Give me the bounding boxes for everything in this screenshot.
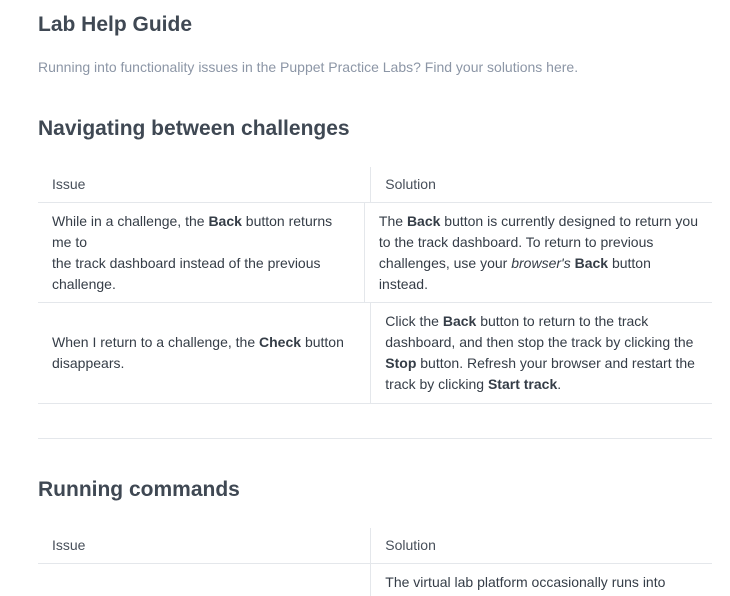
issue-cell: When I return to a challenge, the Check … [38,303,372,403]
solution-cell: Click the Back button to return to the t… [385,313,695,392]
issue-cell: While in a challenge, the Back button re… [38,203,365,302]
table-header-row: Issue Solution [38,528,712,564]
page-intro: Running into functionality issues in the… [38,59,579,75]
column-header-solution: Solution [385,176,436,192]
column-header-issue: Issue [38,167,372,202]
page-title: Lab Help Guide [38,13,193,36]
solution-cell: The Back button is currently designed to… [378,212,698,292]
column-header-issue: Issue [38,528,372,563]
section-title-navigating: Navigating between challenges [38,117,350,140]
section-divider [38,438,712,439]
running-commands-table: Issue Solution The virtual lab platform … [38,528,712,596]
column-header-solution: Solution [385,537,436,553]
lab-help-page: Lab Help Guide Running into functionalit… [0,0,730,596]
table-header-row: Issue Solution [38,167,712,203]
table-row: The virtual lab platform occasionally ru… [38,564,712,596]
table-row: While in a challenge, the Back button re… [38,203,712,303]
navigating-issues-table: Issue Solution While in a challenge, the… [38,167,712,404]
issue-cell [38,564,372,596]
section-title-running-commands: Running commands [38,478,240,501]
table-row: When I return to a challenge, the Check … [38,303,712,404]
solution-cell: The virtual lab platform occasionally ru… [385,574,666,590]
